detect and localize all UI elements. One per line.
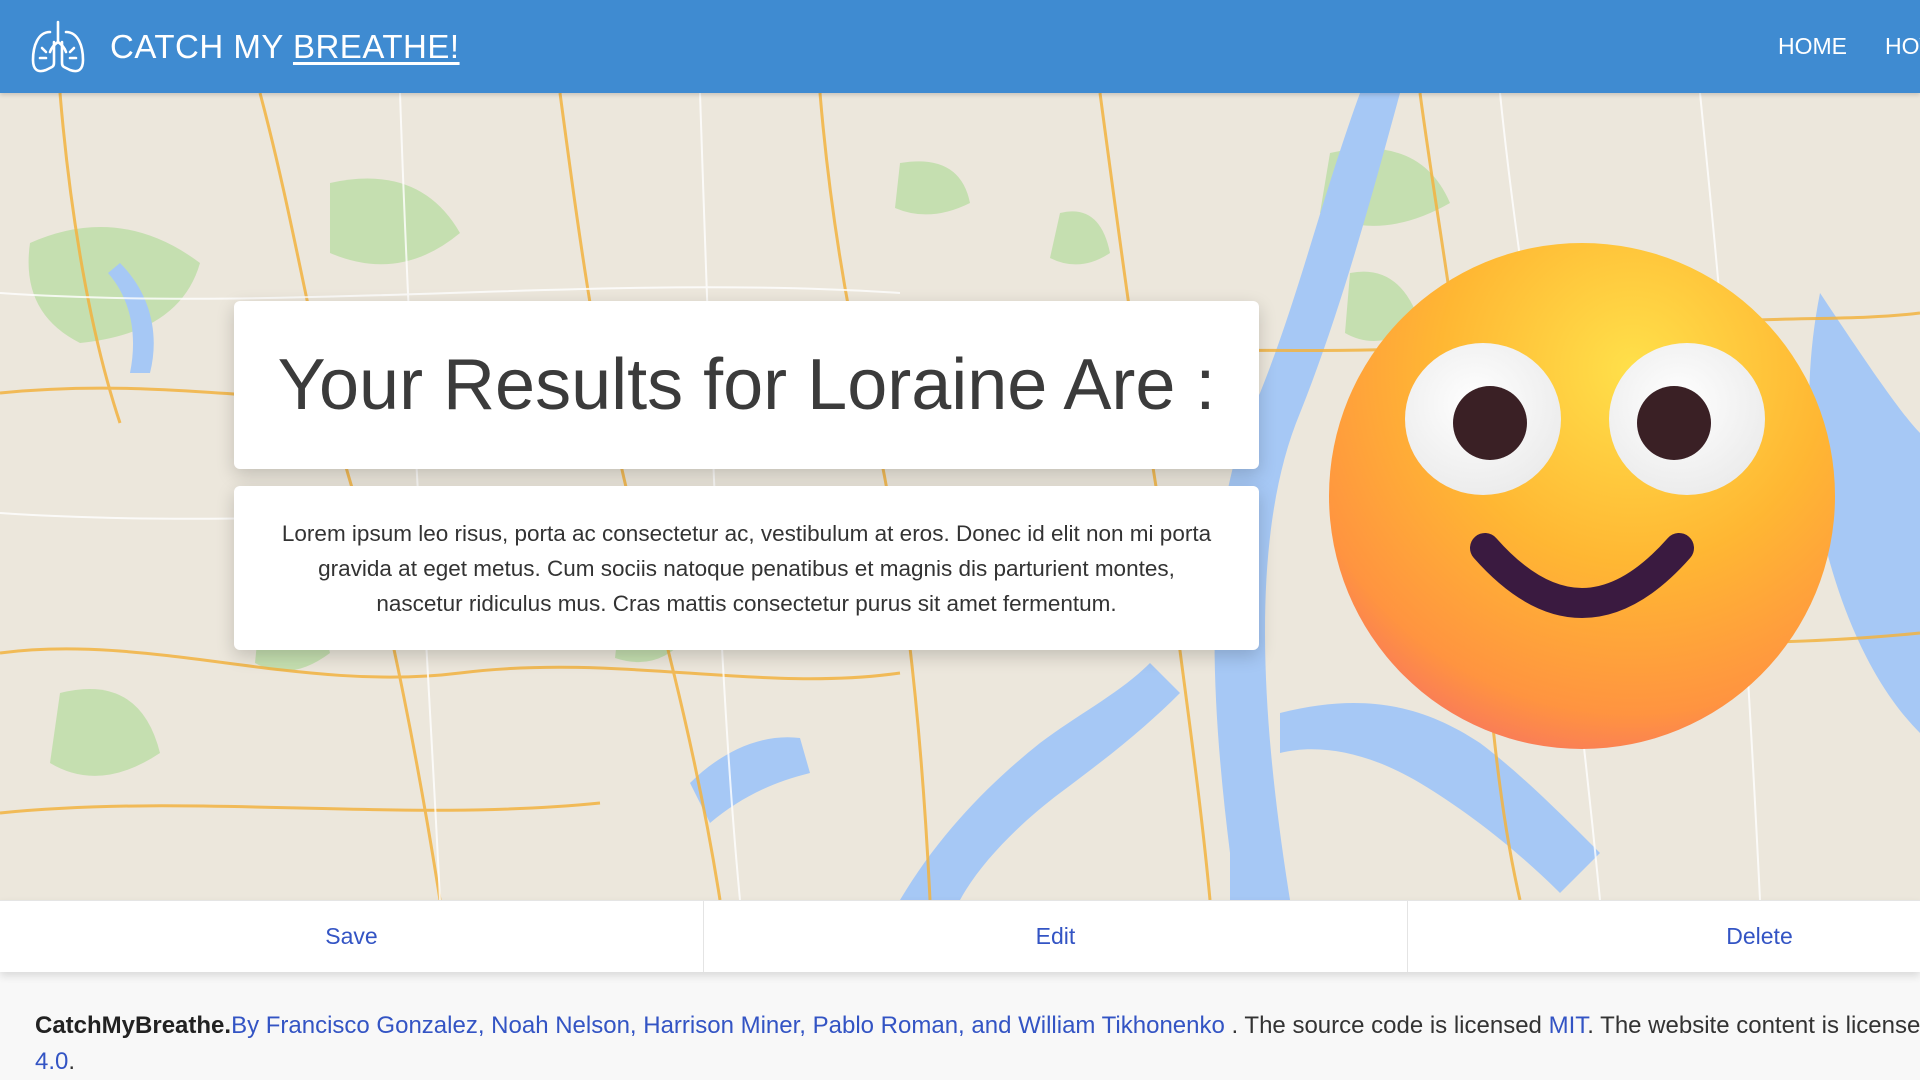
- results-title: Your Results for Loraine Are :: [277, 345, 1216, 425]
- results-action-bar: Save Edit Delete: [0, 900, 1920, 972]
- edit-button[interactable]: Edit: [704, 901, 1408, 972]
- results-title-card: Your Results for Loraine Are :: [234, 301, 1259, 469]
- results-description-card: Lorem ipsum leo risus, porta ac consecte…: [234, 486, 1259, 650]
- footer-authors-link[interactable]: By Francisco Gonzalez, Noah Nelson, Harr…: [231, 1012, 1225, 1039]
- nav-links: HOME HOW: [1778, 0, 1920, 93]
- nav-home-link[interactable]: HOME: [1778, 33, 1847, 60]
- footer-mit-link[interactable]: MIT: [1549, 1012, 1588, 1039]
- results-description: Lorem ipsum leo risus, porta ac consecte…: [281, 520, 1212, 616]
- brand-title-prefix: CATCH MY: [110, 28, 284, 65]
- brand-title-underlined: BREATHE!: [292, 28, 460, 65]
- brand-title: CATCH MY BREATHE!: [110, 28, 460, 66]
- footer-site-name: CatchMyBreathe.: [35, 1012, 232, 1039]
- footer-line-2: 4.0.: [35, 1044, 1920, 1080]
- footer-line-1: CatchMyBreathe.By Francisco Gonzalez, No…: [35, 1008, 1920, 1044]
- navbar: CATCH MY BREATHE! HOME HOW: [0, 0, 1920, 93]
- delete-button[interactable]: Delete: [1408, 901, 1920, 972]
- footer-end: .: [68, 1048, 76, 1075]
- footer-license-prefix: . The source code is licensed: [1224, 1012, 1549, 1039]
- footer-license-suffix: . The website content is licensed: [1587, 1012, 1920, 1039]
- lungs-icon: [31, 20, 85, 73]
- footer-license-version-link[interactable]: 4.0: [35, 1048, 68, 1075]
- smiling-face-emoji-icon: [1329, 243, 1835, 749]
- nav-how-link[interactable]: HOW: [1885, 33, 1920, 60]
- footer: CatchMyBreathe.By Francisco Gonzalez, No…: [35, 1008, 1920, 1080]
- save-button[interactable]: Save: [0, 901, 704, 972]
- brand-link[interactable]: CATCH MY BREATHE!: [28, 18, 460, 76]
- results-hero: Your Results for Loraine Are : Lorem ips…: [0, 93, 1920, 900]
